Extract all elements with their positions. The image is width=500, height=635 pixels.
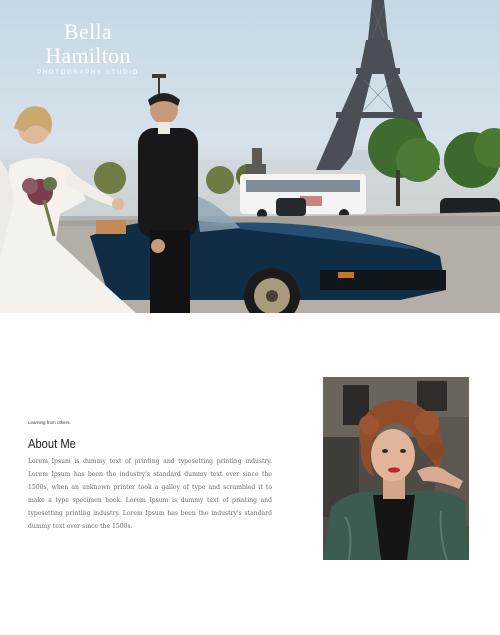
brand-tagline: PHOTOGRAPHY STUDIO: [37, 69, 139, 76]
hero-banner: Bella Hamilton PHOTOGRAPHY STUDIO: [0, 0, 500, 313]
brand-name-line2: Hamilton: [45, 43, 131, 68]
about-eyebrow: Learning from others.: [28, 420, 71, 425]
brand-logo[interactable]: Bella Hamilton PHOTOGRAPHY STUDIO: [33, 19, 143, 77]
about-title: About Me: [28, 436, 76, 451]
portrait-photo: [323, 377, 469, 560]
about-body: Lorem Ipsum is dummy text of printing an…: [28, 458, 272, 531]
brand-name-line1: Bella: [64, 19, 112, 44]
